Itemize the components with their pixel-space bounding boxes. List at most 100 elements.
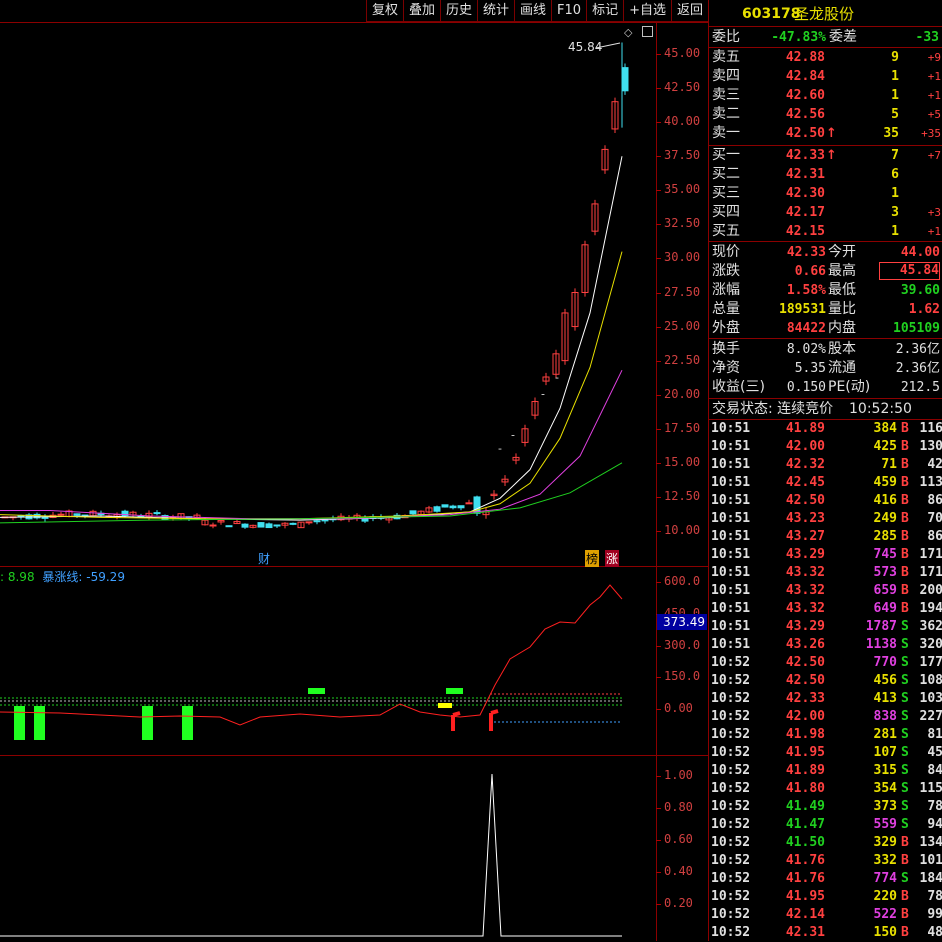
fundamental-row: 换手 8.02% 股本 2.36亿 xyxy=(709,340,942,359)
candle-body xyxy=(241,523,249,528)
ask-label: 卖二 xyxy=(712,106,740,122)
price-axis-label: 25.00 xyxy=(664,318,701,333)
tick-row[interactable]: 10:51 43.29 745 B 171 xyxy=(709,546,942,564)
event-cai[interactable]: 财 xyxy=(258,550,270,567)
bid-volume: 7 xyxy=(891,148,899,163)
axis-tick xyxy=(656,808,661,809)
ask-price: 42.50 xyxy=(785,126,825,141)
tick-row[interactable]: 10:52 41.98 281 S 81 xyxy=(709,726,942,744)
trade-status-label: 交易状态: 连续竞价 xyxy=(712,401,834,417)
tick-side: B xyxy=(901,925,909,940)
tick-volume: 425 xyxy=(873,439,897,454)
tick-row[interactable]: 10:52 41.49 373 S 78 xyxy=(709,798,942,816)
tick-row[interactable]: 10:52 42.50 456 S 108 xyxy=(709,672,942,690)
fundamental-value: 0.150 xyxy=(786,380,826,395)
tick-row[interactable]: 10:51 41.89 384 B 116 xyxy=(709,420,942,438)
tick-row[interactable]: 10:52 41.95 107 S 45 xyxy=(709,744,942,762)
event-bang[interactable]: 榜 xyxy=(585,550,600,567)
indicator-chart[interactable] xyxy=(0,567,656,755)
stat-value: 39.60 xyxy=(900,283,940,298)
stat-value: 44.00 xyxy=(900,245,940,260)
tick-volume: 285 xyxy=(873,529,897,544)
weicha-value: -33 xyxy=(915,30,939,45)
tick-time: 10:51 xyxy=(711,493,751,508)
tick-row[interactable]: 10:51 43.32 573 B 171 xyxy=(709,564,942,582)
tick-row[interactable]: 10:52 42.00 838 S 227 xyxy=(709,708,942,726)
tick-row[interactable]: 10:52 41.76 774 S 184 xyxy=(709,870,942,888)
tick-row[interactable]: 10:52 41.95 220 B 78 xyxy=(709,888,942,906)
stat-label: 量比 xyxy=(828,301,856,317)
tick-row[interactable]: 10:52 42.31 150 B 48 xyxy=(709,924,942,942)
candle-body xyxy=(465,502,473,505)
ask-label: 卖一 xyxy=(712,125,740,141)
candle-body xyxy=(409,510,417,515)
tick-side: B xyxy=(901,439,909,454)
chart-area[interactable]: 复权 叠加 历史 统计 画线 F10 标记 +自选 返回 ---- 45.00 42.50 40.0… xyxy=(0,0,708,941)
candle-body xyxy=(433,506,441,512)
toolbar-button-8[interactable]: 返回 xyxy=(670,0,708,22)
tick-row[interactable]: 10:51 43.32 659 B 200 xyxy=(709,582,942,600)
tick-side: B xyxy=(901,457,909,472)
tick-row[interactable]: 10:52 41.80 354 S 115 xyxy=(709,780,942,798)
tick-row[interactable]: 10:51 42.00 425 B 130 xyxy=(709,438,942,456)
ask-label: 卖三 xyxy=(712,87,740,103)
tick-count: 45 xyxy=(927,745,942,760)
candle-body xyxy=(73,513,81,516)
candlestick-chart[interactable]: ---- xyxy=(0,0,656,566)
axis-tick xyxy=(656,645,661,647)
stock-code: 603178 xyxy=(742,6,801,22)
event-zhang[interactable]: 涨 xyxy=(605,550,620,567)
tick-row[interactable]: 10:52 41.50 329 B 134 xyxy=(709,834,942,852)
ask-label: 卖四 xyxy=(712,68,740,84)
tick-count: 70 xyxy=(927,511,942,526)
tick-row[interactable]: 10:51 42.45 459 B 113 xyxy=(709,474,942,492)
tick-side: S xyxy=(901,727,909,742)
tick-count: 48 xyxy=(927,925,942,940)
quote-panel: 603178 圣龙股份 委比 -47.83% 委差 -33 卖五 42.88 9 +9… xyxy=(708,0,942,941)
tick-side: B xyxy=(901,583,909,598)
tick-volume: 354 xyxy=(873,781,897,796)
candle-body xyxy=(225,525,233,528)
tick-row[interactable]: 10:52 41.47 559 S 94 xyxy=(709,816,942,834)
tick-price: 41.89 xyxy=(785,763,825,778)
stat-row: 涨幅 1.58% 最低 39.60 xyxy=(709,281,942,300)
panel-toggle-icon[interactable] xyxy=(642,26,653,37)
tick-row[interactable]: 10:51 42.32 71 B 42 xyxy=(709,456,942,474)
tick-row[interactable]: 10:51 43.27 285 B 86 xyxy=(709,528,942,546)
ask-price: 42.56 xyxy=(785,107,825,122)
weibi-label: 委比 xyxy=(712,29,740,45)
bid-label: 买五 xyxy=(712,223,740,239)
buy-signal-arrows xyxy=(451,709,499,731)
tick-row[interactable]: 10:52 41.89 315 S 84 xyxy=(709,762,942,780)
separator xyxy=(709,398,942,399)
tick-row[interactable]: 10:51 43.29 1787 S 362 xyxy=(709,618,942,636)
tick-row[interactable]: 10:52 42.33 413 S 103 xyxy=(709,690,942,708)
axis-tick xyxy=(656,872,661,873)
candle-body xyxy=(265,523,273,529)
bid-row: 买四 42.17 3 +3 xyxy=(709,203,942,222)
tick-row[interactable]: 10:51 42.50 416 B 86 xyxy=(709,492,942,510)
axis-tick xyxy=(656,394,661,396)
tick-row[interactable]: 10:52 42.50 770 S 177 xyxy=(709,654,942,672)
tick-row[interactable]: 10:52 42.14 522 B 99 xyxy=(709,906,942,924)
tick-row[interactable]: 10:51 43.23 249 B 70 xyxy=(709,510,942,528)
candle-body xyxy=(449,505,457,509)
tick-time: 10:52 xyxy=(711,799,751,814)
tick-row[interactable]: 10:51 43.32 649 B 194 xyxy=(709,600,942,618)
bid-label: 买二 xyxy=(712,166,740,182)
fundamental-label: 换手 xyxy=(712,341,740,357)
ask-price: 42.88 xyxy=(785,50,825,65)
axis-tick xyxy=(656,531,661,532)
tick-volume: 384 xyxy=(873,421,897,436)
tick-row[interactable]: 10:51 43.26 1138 S 320 xyxy=(709,636,942,654)
tick-row[interactable]: 10:52 41.76 332 B 101 xyxy=(709,852,942,870)
tick-volume: 459 xyxy=(873,475,897,490)
tick-price: 42.00 xyxy=(785,709,825,724)
lower-indicator-chart[interactable] xyxy=(0,756,656,941)
candle-body xyxy=(257,522,265,528)
diamond-icon[interactable]: ◇ xyxy=(624,26,632,39)
tick-side: B xyxy=(901,853,909,868)
tick-volume: 413 xyxy=(873,691,897,706)
tick-volume: 745 xyxy=(873,547,897,562)
tick-time: 10:52 xyxy=(711,673,751,688)
